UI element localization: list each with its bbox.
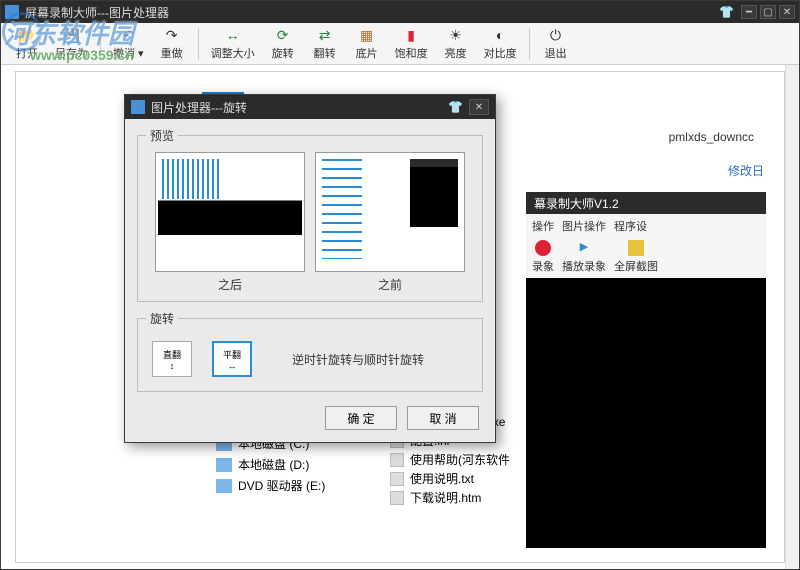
emb-play[interactable]: ▶播放录象	[562, 240, 606, 276]
main-toolbar: 📂打开💾另存为↶撤消 ▾↷重做↔调整大小⟳旋转⇄翻转▦底片▮饱和度☀亮度◐对比度…	[1, 23, 799, 65]
embedded-tools: 录象 ▶播放录象 全屏截图	[526, 236, 766, 280]
vertical-flip-button[interactable]: 直翻↕	[152, 341, 192, 377]
file-item[interactable]: 下载说明.htm	[386, 488, 586, 507]
ok-button[interactable]: 确 定	[325, 406, 397, 430]
horizontal-flip-button[interactable]: 平翻↔	[212, 341, 252, 377]
shirt-icon: 👕	[448, 100, 463, 114]
tool-退出[interactable]: ⏻退出	[536, 24, 576, 63]
tool-撤消 ▾[interactable]: ↶撤消 ▾	[107, 24, 150, 63]
close-button[interactable]: ✕	[779, 5, 795, 19]
旋转-icon: ⟳	[274, 26, 292, 44]
tool-另存为[interactable]: 💾另存为	[49, 24, 94, 63]
titlebar: 屏幕录制大师---图片处理器 👕 ━ ▢ ✕	[1, 1, 799, 23]
tool-旋转[interactable]: ⟳旋转	[263, 24, 303, 63]
cancel-button[interactable]: 取 消	[407, 406, 479, 430]
dialog-close-button[interactable]: ✕	[469, 99, 489, 115]
place-item[interactable]: DVD 驱动器 (E:)	[212, 475, 372, 496]
preview-after: 之后	[155, 152, 305, 293]
shirt-icon: 👕	[719, 5, 735, 19]
亮度-icon: ☀	[447, 26, 465, 44]
place-item[interactable]: 本地磁盘 (D:)	[212, 454, 372, 475]
撤消 ▾-icon: ↶	[119, 26, 137, 44]
hflip-icon: ↔	[228, 361, 237, 371]
column-date[interactable]: 修改日	[728, 162, 764, 179]
file-item[interactable]: 使用说明.txt	[386, 469, 586, 488]
vflip-icon: ↕	[170, 361, 175, 371]
file-item[interactable]: 使用帮助(河东软件	[386, 450, 586, 469]
底片-icon: ▦	[358, 26, 376, 44]
tool-饱和度[interactable]: ▮饱和度	[389, 24, 434, 63]
preview-group: 预览 之后 之前	[137, 127, 483, 302]
file-icon	[390, 453, 404, 467]
dialog-titlebar: 图片处理器---旋转 👕 ✕	[125, 95, 495, 119]
dialog-title: 图片处理器---旋转	[151, 99, 247, 116]
file-icon	[390, 472, 404, 486]
调整大小-icon: ↔	[224, 26, 242, 44]
embedded-title: 幕录制大师V1.2	[526, 192, 766, 214]
preview-legend: 预览	[146, 127, 178, 144]
window-title: 屏幕录制大师---图片处理器	[25, 4, 719, 21]
tool-对比度[interactable]: ◐对比度	[478, 24, 523, 63]
rotate-dialog: 图片处理器---旋转 👕 ✕ 预览 之后 之前 旋转 直翻↕ 平翻↔	[124, 94, 496, 443]
tool-重做[interactable]: ↷重做	[152, 24, 192, 63]
另存为-icon: 💾	[63, 26, 81, 44]
after-label: 之后	[155, 276, 305, 293]
饱和度-icon: ▮	[402, 26, 420, 44]
tool-亮度[interactable]: ☀亮度	[436, 24, 476, 63]
vertical-scrollbar[interactable]	[785, 65, 799, 569]
watermark-ring	[2, 12, 42, 52]
emb-record[interactable]: 录象	[532, 240, 554, 276]
重做-icon: ↷	[163, 26, 181, 44]
tool-调整大小[interactable]: ↔调整大小	[205, 24, 261, 63]
preview-before: 之前	[315, 152, 465, 293]
before-label: 之前	[315, 276, 465, 293]
path-text: pmlxds_downcc	[669, 130, 754, 144]
drive-icon	[216, 458, 232, 472]
rotate-group: 旋转 直翻↕ 平翻↔ 逆时针旋转与顺时针旋转	[137, 310, 483, 392]
退出-icon: ⏻	[547, 26, 565, 44]
tool-翻转[interactable]: ⇄翻转	[305, 24, 345, 63]
minimize-button[interactable]: ━	[741, 5, 757, 19]
maximize-button[interactable]: ▢	[760, 5, 776, 19]
file-icon	[390, 491, 404, 505]
tool-底片[interactable]: ▦底片	[347, 24, 387, 63]
rotate-hint: 逆时针旋转与顺时针旋转	[292, 351, 424, 368]
emb-fullscreen[interactable]: 全屏截图	[614, 240, 658, 276]
drive-icon	[216, 479, 232, 493]
翻转-icon: ⇄	[316, 26, 334, 44]
对比度-icon: ◐	[491, 26, 509, 44]
dialog-icon	[131, 100, 145, 114]
rotate-legend: 旋转	[146, 310, 178, 327]
